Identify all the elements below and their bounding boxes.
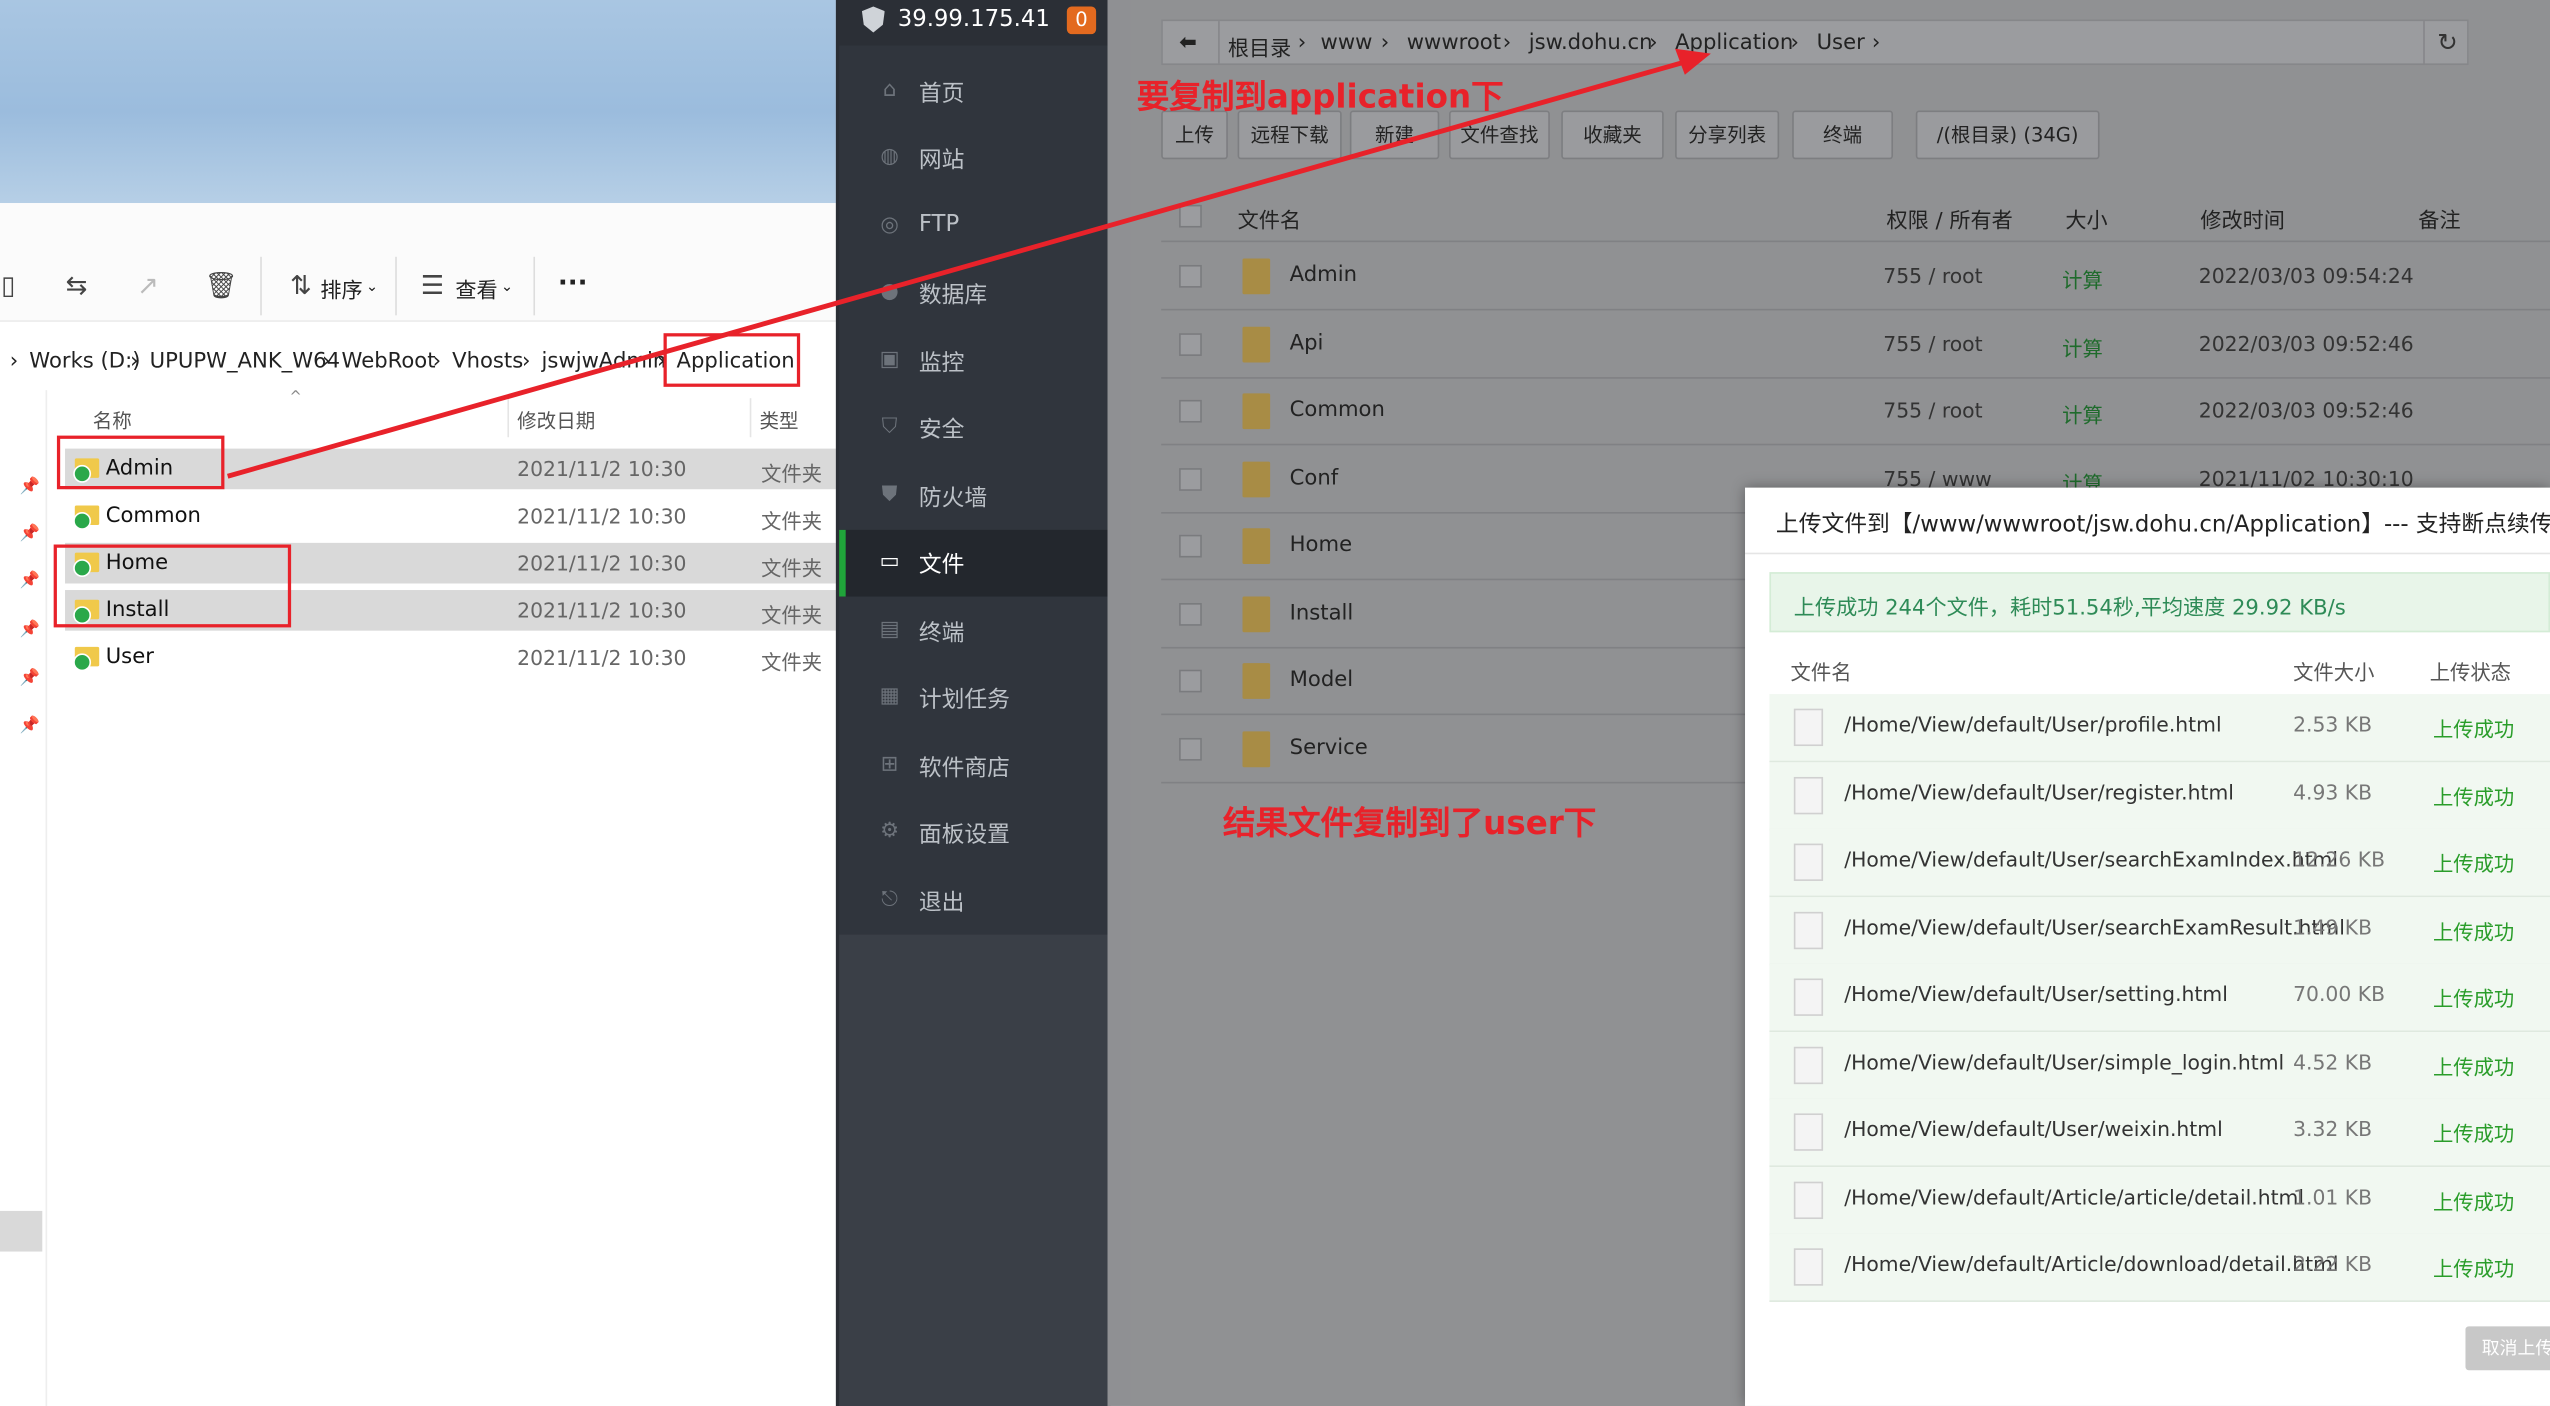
annotation-arrow-head <box>1675 48 1711 75</box>
annotation-arrow-line <box>227 57 1693 479</box>
screenshot-root: ▯ ⇆ ↗ 🗑 ⇅ 排序 ⌄ ☰ 查看 ⌄ ··· › Works (D:) ›… <box>0 0 2550 1406</box>
annotation-arrow <box>227 48 1711 479</box>
